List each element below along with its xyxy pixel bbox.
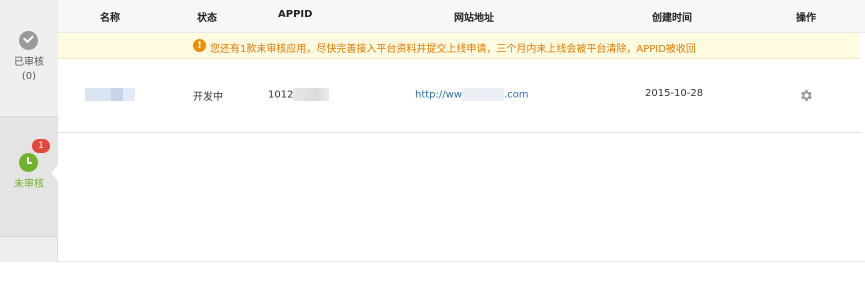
clock-icon [19, 153, 38, 172]
approved-count: (0) [21, 71, 37, 82]
sidebar-item-approved[interactable]: 已审核 (0) [0, 0, 58, 117]
website-suffix: .com [504, 89, 529, 101]
app-website-link[interactable]: http://ww .com [415, 88, 529, 101]
approved-label: 已审核 [14, 57, 44, 68]
column-header-action: 操作 [796, 13, 816, 24]
column-header-status: 状态 [197, 13, 217, 24]
website-prefix: http://ww [415, 89, 462, 101]
app-created-date: 2015-10-28 [645, 88, 704, 99]
column-header-website: 网站地址 [454, 13, 494, 24]
content-bottom-border [58, 261, 865, 262]
check-circle-icon [19, 31, 38, 50]
notice-bar: ! 您还有1款未审核应用，尽快完善接入平台资料并提交上线申请，三个月内未上线会被… [58, 33, 860, 59]
pending-count-badge: 1 [32, 139, 50, 153]
app-id-prefix: 1012 [268, 89, 294, 101]
warning-icon: ! [193, 39, 206, 52]
table-header: 名称 状态 APPID 网站地址 创建时间 操作 [58, 0, 865, 33]
column-header-appid: APPID [278, 9, 313, 20]
active-caret [51, 165, 58, 181]
app-name-redacted[interactable] [85, 88, 135, 101]
pending-label: 未审核 [14, 179, 44, 190]
notice-text: 您还有1款未审核应用，尽快完善接入平台资料并提交上线申请，三个月内未上线会被平台… [210, 44, 696, 55]
gear-icon[interactable] [799, 88, 814, 103]
table-row: 开发中 1012 http://ww .com 2015-10-28 [58, 59, 860, 133]
sidebar-item-pending[interactable]: 1 未审核 [0, 117, 58, 237]
app-status: 开发中 [193, 92, 223, 103]
review-sidebar: 已审核 (0) 1 未审核 [0, 0, 58, 262]
app-id-redacted [293, 88, 330, 101]
column-header-created: 创建时间 [652, 13, 692, 24]
app-id: 1012 [268, 88, 330, 101]
column-header-name: 名称 [100, 13, 120, 24]
website-redacted [462, 88, 504, 101]
